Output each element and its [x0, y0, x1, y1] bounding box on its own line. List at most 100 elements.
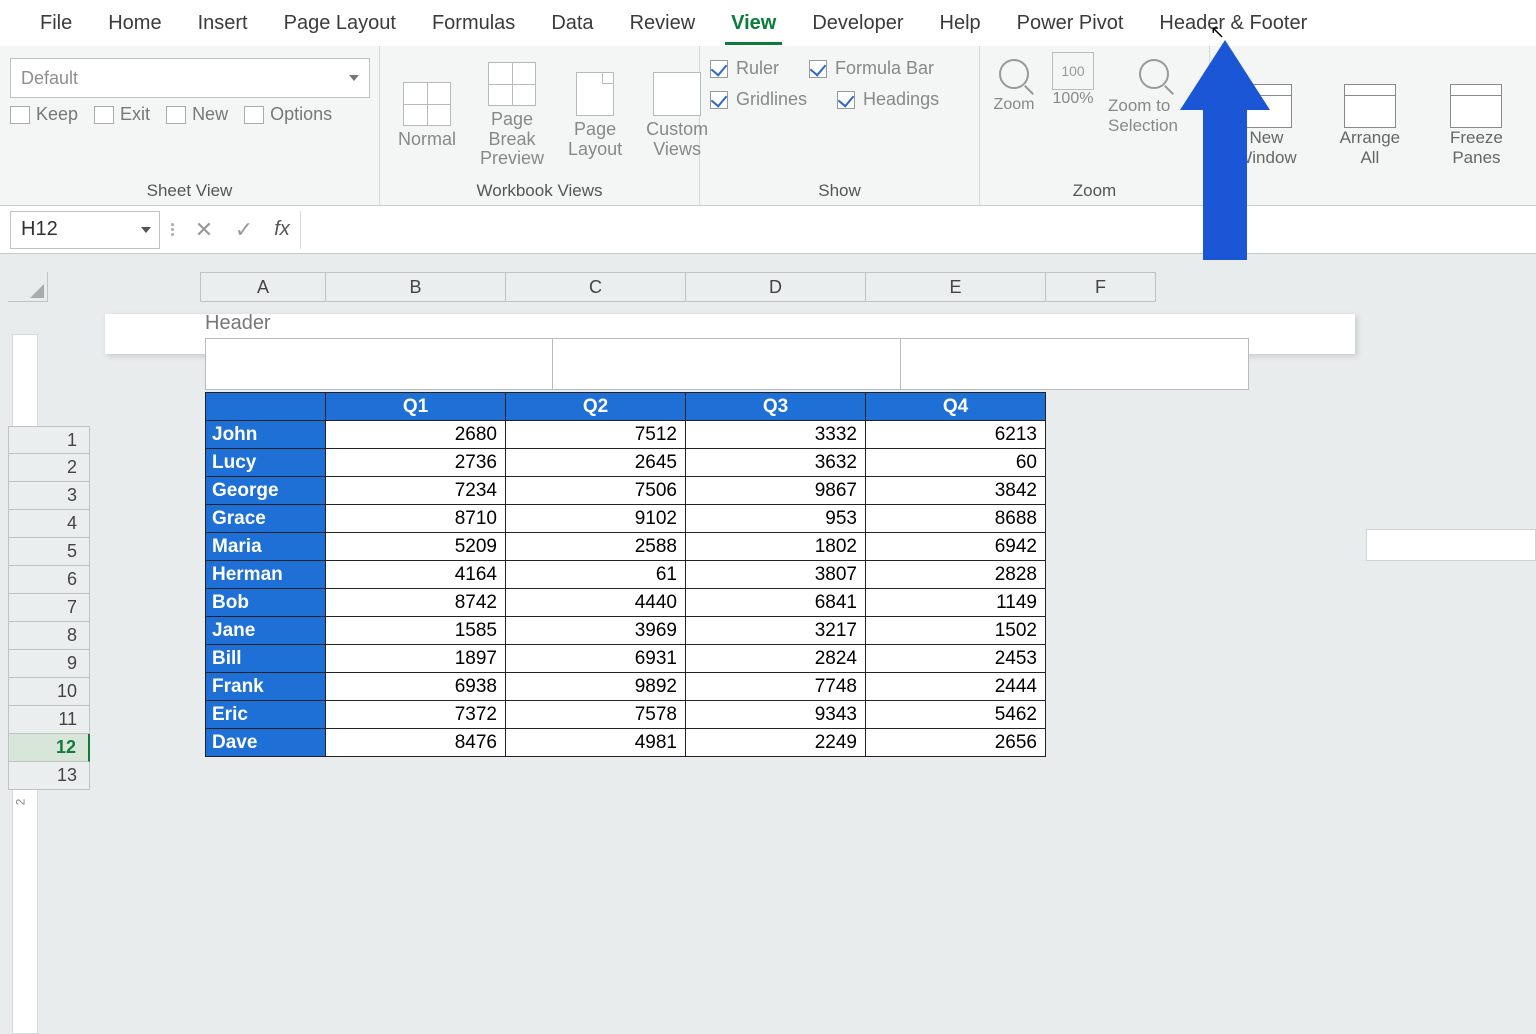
cell-value[interactable]: 4164 — [326, 561, 506, 589]
headings-checkbox[interactable]: Headings — [837, 89, 939, 110]
cell-name[interactable]: George — [206, 477, 326, 505]
cell-value[interactable]: 9343 — [686, 701, 866, 729]
sheet-view-select[interactable]: Default — [10, 58, 370, 98]
cell-value[interactable]: 2645 — [506, 449, 686, 477]
cell-value[interactable]: 9102 — [506, 505, 686, 533]
cell-name[interactable]: Dave — [206, 729, 326, 757]
table-header[interactable]: Q2 — [506, 393, 686, 421]
cell-value[interactable]: 61 — [506, 561, 686, 589]
tab-header-footer[interactable]: Header & Footer — [1141, 2, 1325, 45]
row-header-9[interactable]: 9 — [8, 650, 90, 678]
options-button[interactable]: Options — [244, 104, 332, 125]
column-header-d[interactable]: D — [686, 272, 866, 302]
cell-value[interactable]: 1585 — [326, 617, 506, 645]
cell-name[interactable]: Eric — [206, 701, 326, 729]
table-header[interactable]: Q1 — [326, 393, 506, 421]
row-header-3[interactable]: 3 — [8, 482, 90, 510]
cell-value[interactable]: 8476 — [326, 729, 506, 757]
cell-name[interactable]: Grace — [206, 505, 326, 533]
row-header-13[interactable]: 13 — [8, 762, 90, 790]
cell-value[interactable]: 7506 — [506, 477, 686, 505]
row-header-6[interactable]: 6 — [8, 566, 90, 594]
tab-insert[interactable]: Insert — [180, 2, 266, 45]
tab-review[interactable]: Review — [612, 2, 714, 45]
cell-value[interactable]: 7748 — [686, 673, 866, 701]
formula-input[interactable] — [300, 211, 1536, 249]
cell-value[interactable]: 3842 — [866, 477, 1046, 505]
cell-value[interactable]: 6213 — [866, 421, 1046, 449]
cell-value[interactable]: 9867 — [686, 477, 866, 505]
arrange-all-button[interactable]: Arrange All — [1331, 84, 1409, 168]
cell-value[interactable]: 3632 — [686, 449, 866, 477]
cell-value[interactable]: 2444 — [866, 673, 1046, 701]
cell-value[interactable]: 7512 — [506, 421, 686, 449]
tab-view[interactable]: View — [713, 2, 794, 45]
cell-value[interactable]: 6942 — [866, 533, 1046, 561]
cell-value[interactable]: 6931 — [506, 645, 686, 673]
row-header-5[interactable]: 5 — [8, 538, 90, 566]
column-header-a[interactable]: A — [200, 272, 326, 302]
cell-name[interactable]: Lucy — [206, 449, 326, 477]
header-left-box[interactable] — [205, 338, 553, 390]
cell-value[interactable]: 3969 — [506, 617, 686, 645]
cell-value[interactable]: 4981 — [506, 729, 686, 757]
cell-value[interactable]: 2588 — [506, 533, 686, 561]
cell-value[interactable]: 3217 — [686, 617, 866, 645]
cell-value[interactable]: 7578 — [506, 701, 686, 729]
cell-value[interactable]: 2824 — [686, 645, 866, 673]
cell-value[interactable]: 2736 — [326, 449, 506, 477]
name-box[interactable]: H12 — [10, 211, 160, 249]
tab-developer[interactable]: Developer — [794, 2, 921, 45]
column-header-c[interactable]: C — [506, 272, 686, 302]
cell-value[interactable]: 8710 — [326, 505, 506, 533]
cell-value[interactable]: 5209 — [326, 533, 506, 561]
cell-value[interactable]: 1502 — [866, 617, 1046, 645]
row-header-4[interactable]: 4 — [8, 510, 90, 538]
cell-value[interactable]: 2656 — [866, 729, 1046, 757]
cell-value[interactable]: 953 — [686, 505, 866, 533]
cell-value[interactable]: 9892 — [506, 673, 686, 701]
row-header-10[interactable]: 10 — [8, 678, 90, 706]
tab-help[interactable]: Help — [922, 2, 999, 45]
enter-formula-button[interactable]: ✓ — [224, 217, 264, 243]
column-header-b[interactable]: B — [326, 272, 506, 302]
page-break-preview-button[interactable]: Page Break Preview — [472, 62, 552, 169]
tab-file[interactable]: File — [22, 2, 90, 45]
cell-value[interactable]: 1897 — [326, 645, 506, 673]
row-header-8[interactable]: 8 — [8, 622, 90, 650]
cell-name[interactable]: John — [206, 421, 326, 449]
cell-value[interactable]: 1149 — [866, 589, 1046, 617]
header-right-box[interactable] — [901, 338, 1249, 390]
exit-button[interactable]: Exit — [94, 104, 150, 125]
freeze-panes-button[interactable]: Freeze Panes — [1427, 84, 1526, 168]
cell-name[interactable]: Bill — [206, 645, 326, 673]
cell-value[interactable]: 8742 — [326, 589, 506, 617]
cell-value[interactable]: 8688 — [866, 505, 1046, 533]
cell-name[interactable]: Herman — [206, 561, 326, 589]
cell-value[interactable]: 3332 — [686, 421, 866, 449]
row-header-11[interactable]: 11 — [8, 706, 90, 734]
row-header-2[interactable]: 2 — [8, 454, 90, 482]
tab-power-pivot[interactable]: Power Pivot — [999, 2, 1142, 45]
cell-value[interactable]: 2453 — [866, 645, 1046, 673]
zoom-button[interactable]: Zoom — [990, 52, 1038, 114]
page-layout-view-button[interactable]: Page Layout — [560, 72, 630, 160]
cell-name[interactable]: Frank — [206, 673, 326, 701]
row-header-12[interactable]: 12 — [8, 734, 90, 762]
cancel-formula-button[interactable]: ✕ — [184, 217, 224, 243]
normal-view-button[interactable]: Normal — [390, 82, 464, 150]
fx-icon[interactable]: fx — [264, 218, 300, 241]
cell-name[interactable]: Jane — [206, 617, 326, 645]
cell-value[interactable]: 6938 — [326, 673, 506, 701]
row-header-1[interactable]: 1 — [8, 426, 90, 454]
tab-formulas[interactable]: Formulas — [414, 2, 533, 45]
cell-value[interactable]: 5462 — [866, 701, 1046, 729]
column-header-e[interactable]: E — [866, 272, 1046, 302]
zoom-100-button[interactable]: 100 100% — [1052, 52, 1094, 108]
cell-value[interactable]: 3807 — [686, 561, 866, 589]
cell-value[interactable]: 1802 — [686, 533, 866, 561]
cell-value[interactable]: 60 — [866, 449, 1046, 477]
cell-name[interactable]: Maria — [206, 533, 326, 561]
cell-value[interactable]: 7372 — [326, 701, 506, 729]
cell-value[interactable]: 4440 — [506, 589, 686, 617]
